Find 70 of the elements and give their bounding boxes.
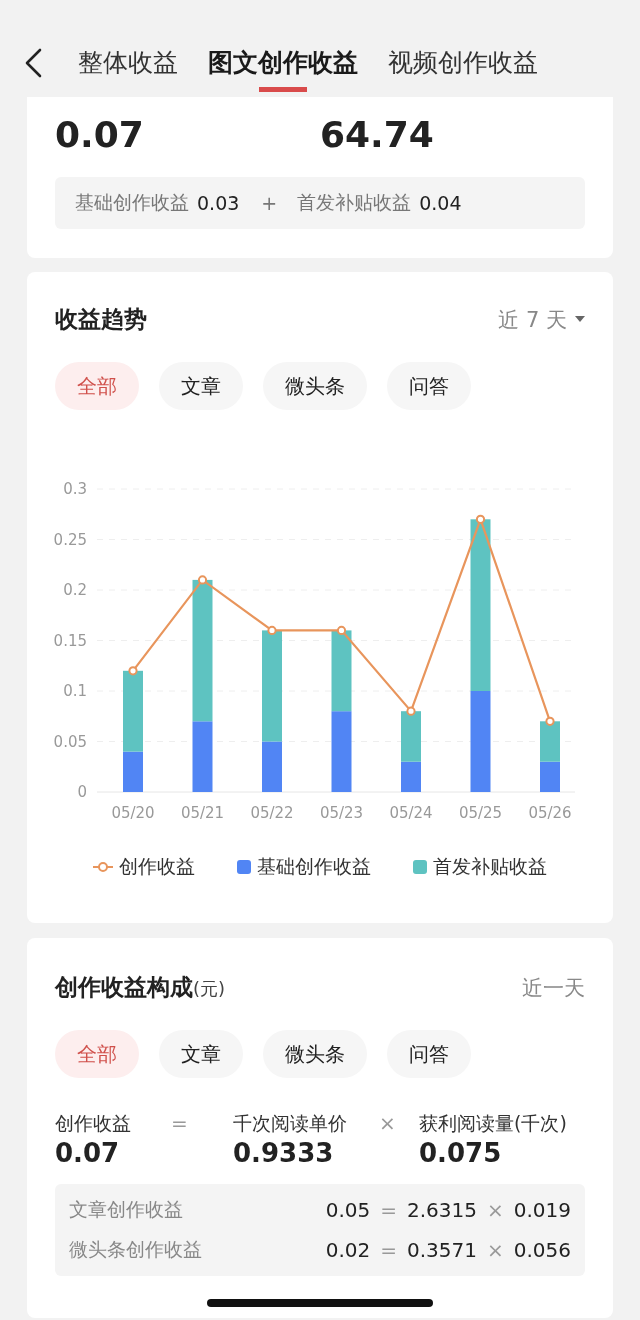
row-price: 2.6315 [407, 1198, 477, 1222]
row-price: 0.3571 [407, 1238, 477, 1262]
x-tick-label: 05/23 [319, 804, 364, 822]
range-dropdown[interactable]: 近一天 [522, 973, 585, 1002]
point [545, 716, 555, 726]
metric-value: 0.07 [55, 1137, 121, 1170]
back-icon [24, 48, 42, 78]
tab[interactable]: 整体收益 [78, 46, 178, 97]
operator-sign: = [171, 1110, 189, 1136]
breakdown-label: 基础创作收益 [75, 190, 189, 215]
operator-sign: × [379, 1110, 397, 1136]
breakdown-label: 首发补贴收益 [297, 190, 412, 215]
metric-value: 0.075 [419, 1137, 503, 1170]
metric-label: 创作收益 [55, 1111, 132, 1136]
row-reads: 0.019 [513, 1198, 571, 1222]
section-title: 创作收益构成(元) [55, 973, 226, 1002]
x-tick-label: 05/26 [528, 804, 572, 822]
filter-chip[interactable]: 全部 [55, 362, 139, 410]
y-tick-label: 0.05 [53, 732, 87, 751]
point [197, 575, 208, 585]
legend-label: 首发补贴收益 [433, 854, 547, 879]
x-tick-label: 05/25 [458, 804, 503, 822]
x-tick-label: 05/24 [389, 804, 433, 822]
legend-line-icon [93, 861, 113, 873]
metric-label: 千次阅读单价 [233, 1111, 348, 1136]
times-sign: × [486, 1198, 504, 1222]
legend-label: 基础创作收益 [257, 854, 371, 879]
y-tick-label: 0.1 [63, 682, 87, 700]
row-total: 0.02 [325, 1238, 371, 1262]
metric-label: 获利阅读量(千次) [419, 1111, 567, 1136]
filter-chip[interactable]: 文章 [159, 1030, 243, 1078]
y-tick-label: 0.3 [63, 480, 87, 498]
y-tick-label: 0.2 [63, 581, 87, 599]
filter-chip[interactable]: 问答 [387, 1030, 471, 1078]
breakdown-value: 0.03 [197, 192, 240, 214]
equals-sign: = [380, 1238, 397, 1262]
filter-chip[interactable]: 微头条 [263, 362, 367, 410]
section-title: 收益趋势 [55, 305, 147, 334]
y-tick-label: 0.25 [53, 530, 87, 549]
filter-chip[interactable]: 微头条 [263, 1030, 367, 1078]
filter-chip[interactable]: 问答 [387, 362, 471, 410]
bar [540, 761, 560, 792]
metric-value: 0.9333 [233, 1137, 335, 1170]
filter-chip[interactable]: 全部 [55, 1030, 139, 1078]
point [336, 625, 347, 635]
plus-sign: + [261, 192, 278, 214]
point [267, 625, 277, 635]
x-tick-label: 05/22 [250, 804, 294, 822]
y-tick-label: 0.15 [53, 631, 87, 650]
bar [540, 721, 560, 762]
earnings-value: 64.74 [320, 113, 435, 157]
point [475, 514, 486, 524]
point [406, 706, 416, 716]
row-label: 文章创作收益 [69, 1197, 184, 1222]
tab[interactable]: 视频创作收益 [388, 46, 538, 97]
filter-chip[interactable]: 文章 [159, 362, 243, 410]
row-total: 0.05 [325, 1198, 371, 1222]
row-reads: 0.056 [513, 1238, 571, 1262]
point [128, 666, 138, 676]
breakdown-value: 0.04 [419, 192, 462, 214]
equals-sign: = [380, 1198, 397, 1222]
caret-icon [575, 316, 585, 323]
x-tick-label: 05/20 [111, 804, 155, 822]
times-sign: × [486, 1238, 504, 1262]
legend-label: 创作收益 [119, 854, 195, 879]
y-tick-label: 0 [77, 783, 87, 801]
earnings-value: 0.07 [55, 113, 145, 157]
row-label: 微头条创作收益 [69, 1237, 203, 1262]
range-dropdown[interactable]: 近 7 天 [498, 305, 585, 334]
x-tick-label: 05/21 [180, 804, 225, 822]
